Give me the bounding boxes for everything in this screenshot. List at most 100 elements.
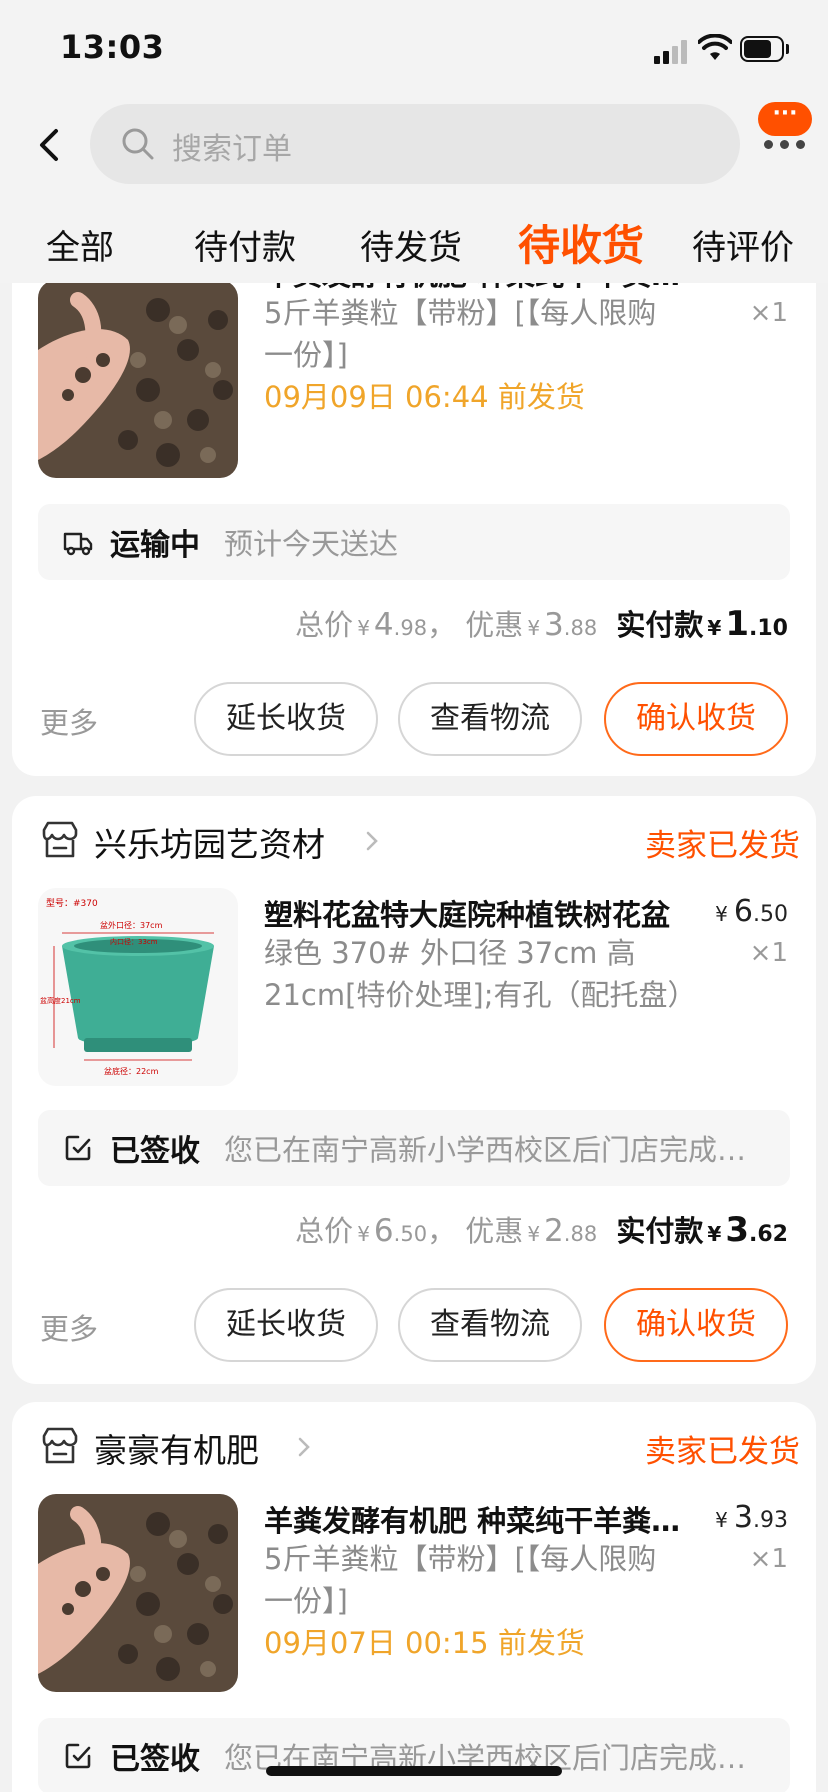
- wifi-icon: [698, 34, 732, 60]
- ship-deadline: 09月09日 06:44 前发货: [264, 380, 585, 414]
- currency-symbol: ¥: [707, 1222, 722, 1246]
- search-input[interactable]: 搜索订单: [90, 104, 740, 184]
- cellular-signal-icon: [654, 38, 690, 64]
- logistics-row[interactable]: 运输中 预计今天送达: [38, 504, 790, 580]
- signed-check-icon: [65, 1135, 91, 1161]
- shop-name[interactable]: 兴乐坊园艺资材: [94, 818, 325, 866]
- search-placeholder: 搜索订单: [172, 132, 292, 167]
- more-dots-icon: ···: [758, 102, 812, 136]
- view-logistics-button[interactable]: 查看物流: [398, 682, 582, 756]
- order-totals: 总价 ¥6.50， 优惠 ¥2.88 实付款 ¥3.62: [295, 1208, 788, 1250]
- product-spec: 5斤羊粪粒【带粉】[【每人限购一份】]: [264, 1542, 657, 1618]
- product-image[interactable]: 型号：#370 盆外口径：37cm 内口径：33cm 盆高度21cm 盆底径：2…: [38, 888, 238, 1086]
- logistics-status: 已签收: [110, 1134, 200, 1169]
- discount-decimal: .88: [563, 1222, 598, 1246]
- logistics-row[interactable]: 已签收 您已在南宁高新小学西校区后门店完成取件: [38, 1718, 790, 1792]
- image-height-label: 盆高度21cm: [40, 996, 81, 1005]
- product-image[interactable]: [38, 280, 238, 478]
- more-menu-button[interactable]: ···: [756, 100, 816, 160]
- chevron-right-icon: [366, 831, 378, 851]
- currency-symbol: ¥: [715, 1508, 728, 1532]
- total-label: 总价: [295, 608, 354, 642]
- currency-symbol: ¥: [527, 1222, 541, 1246]
- separator: ，: [427, 1214, 457, 1248]
- more-link[interactable]: 更多: [40, 1306, 98, 1348]
- shop-header[interactable]: 豪豪有机肥 卖家已发货: [40, 1424, 800, 1470]
- discount-decimal: .88: [563, 616, 598, 640]
- tab-all[interactable]: 全部: [46, 220, 114, 269]
- signed-check-icon: [65, 1743, 91, 1769]
- discount-label: 优惠: [465, 608, 524, 642]
- confirm-receipt-button[interactable]: 确认收货: [604, 1288, 788, 1362]
- product-spec: 绿色 370# 外口径 37cm 高21cm[特价处理];有孔（配托盘）: [264, 936, 697, 1012]
- total-label: 总价: [295, 1214, 354, 1248]
- currency-symbol: ¥: [707, 616, 722, 640]
- order-card: 羊粪发酵有机肥 种菜纯干羊粪颗粒 5斤羊粪粒【带粉】[【每人限购一份】] 09月…: [12, 240, 816, 776]
- currency-symbol: ¥: [357, 616, 370, 640]
- product-price: ¥6.50: [715, 894, 788, 929]
- store-icon: [42, 821, 78, 858]
- more-link[interactable]: 更多: [40, 700, 98, 742]
- price-integer: 6: [733, 894, 753, 929]
- store-icon: [42, 1427, 78, 1464]
- logistics-status: 已签收: [110, 1742, 200, 1777]
- paid-integer: 3: [725, 1210, 750, 1250]
- confirm-receipt-button[interactable]: 确认收货: [604, 682, 788, 756]
- logistics-status: 运输中: [110, 528, 200, 563]
- paid-label: 实付款: [616, 608, 704, 642]
- image-outer-label: 盆外口径：37cm: [100, 920, 163, 930]
- total-integer: 4: [373, 607, 394, 643]
- logistics-detail: 您已在南宁高新小学西校区后门店完成取件: [224, 1133, 769, 1167]
- currency-symbol: ¥: [715, 902, 728, 926]
- extend-receipt-button[interactable]: 延长收货: [194, 682, 378, 756]
- product-title[interactable]: 塑料花盆特大庭院种植铁树花盆: [264, 892, 684, 934]
- price-integer: 3: [733, 1500, 753, 1535]
- order-status-tabs: 全部 待付款 待发货 待收货 待评价: [0, 208, 828, 278]
- logistics-detail: 预计今天送达: [224, 527, 399, 561]
- tab-pending-review[interactable]: 待评价: [692, 220, 794, 269]
- discount-integer: 3: [544, 607, 564, 643]
- ship-deadline: 09月07日 00:15 前发货: [264, 1626, 585, 1660]
- product-quantity: ×1: [749, 938, 788, 968]
- product-spec: 5斤羊粪粒【带粉】[【每人限购一份】]: [264, 296, 657, 372]
- tab-pending-shipment[interactable]: 待发货: [360, 220, 462, 269]
- product-title[interactable]: 羊粪发酵有机肥 种菜纯干羊粪颗粒: [264, 1498, 684, 1540]
- tab-pending-payment[interactable]: 待付款: [194, 220, 296, 269]
- total-decimal: .50: [393, 1222, 428, 1246]
- image-inner-label: 内口径：33cm: [110, 937, 158, 946]
- separator: ，: [427, 608, 457, 642]
- header: 13:03 搜索订单 ··· 全部 待付款 待发货 待收货 待评价: [0, 0, 828, 283]
- view-logistics-button[interactable]: 查看物流: [398, 1288, 582, 1362]
- order-totals: 总价 ¥4.98， 优惠 ¥3.88 实付款 ¥1.10: [295, 602, 788, 644]
- status-time: 13:03: [60, 28, 165, 66]
- discount-integer: 2: [544, 1213, 564, 1249]
- product-image[interactable]: [38, 1494, 238, 1692]
- extend-receipt-button[interactable]: 延长收货: [194, 1288, 378, 1362]
- total-integer: 6: [373, 1213, 394, 1249]
- shop-name[interactable]: 豪豪有机肥: [94, 1424, 259, 1472]
- paid-label: 实付款: [616, 1214, 704, 1248]
- tab-pending-receipt[interactable]: 待收货: [518, 212, 644, 273]
- image-bottom-label: 盆底径：22cm: [104, 1066, 159, 1076]
- image-model-label: 型号：#370: [46, 898, 98, 909]
- logistics-row[interactable]: 已签收 您已在南宁高新小学西校区后门店完成取件: [38, 1110, 790, 1186]
- paid-integer: 1: [725, 604, 750, 644]
- truck-icon: [63, 532, 93, 556]
- paid-decimal: .62: [749, 1222, 788, 1247]
- back-chevron-icon[interactable]: [30, 120, 70, 170]
- currency-symbol: ¥: [357, 1222, 370, 1246]
- shop-header[interactable]: 兴乐坊园艺资材 卖家已发货: [40, 818, 800, 864]
- discount-label: 优惠: [465, 1214, 524, 1248]
- battery-icon: [740, 36, 790, 62]
- chevron-right-icon: [298, 1437, 310, 1457]
- product-price: ¥3.93: [715, 1500, 788, 1535]
- currency-symbol: ¥: [527, 616, 541, 640]
- order-status: 卖家已发货: [645, 1434, 800, 1470]
- order-card: 豪豪有机肥 卖家已发货 羊粪发酵有机肥 种菜纯干羊粪颗粒 5斤羊粪粒【带粉】[【…: [12, 1402, 816, 1792]
- home-indicator[interactable]: [266, 1766, 562, 1776]
- price-decimal: .50: [753, 902, 788, 927]
- order-status: 卖家已发货: [645, 828, 800, 864]
- status-bar: 13:03: [0, 0, 828, 100]
- search-icon: [122, 128, 154, 160]
- product-quantity: ×1: [749, 298, 788, 328]
